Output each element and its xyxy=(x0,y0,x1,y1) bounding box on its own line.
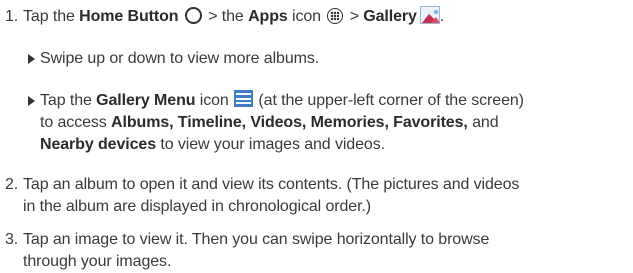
step-2-line-1: 2. Tap an album to open it and view its c… xyxy=(5,175,519,195)
step-3-number: 3. xyxy=(5,231,19,248)
bullet-2-marker xyxy=(28,96,35,106)
step-1-text: > xyxy=(345,8,364,25)
step-1-number: 1. xyxy=(5,8,19,25)
bullet-2-text: (at the upper-left corner of the screen) xyxy=(254,92,524,109)
apps-label: Apps xyxy=(248,8,288,25)
bullet-2-text: icon xyxy=(195,92,234,109)
bullet-2-line-2: to access Albums, Timeline, Videos, Memo… xyxy=(40,113,499,133)
step-3-line-1: 3. Tap an image to view it. Then you can … xyxy=(5,230,489,250)
albums-list-label: Albums, Timeline, Videos, Memories, Favo… xyxy=(111,114,468,131)
bullet-2-text: to access xyxy=(40,114,112,131)
step-1-text: > the xyxy=(203,8,249,25)
step-1-text: . xyxy=(439,8,445,25)
step-3-text: Tap an image to view it. Then you can sw… xyxy=(23,231,490,248)
step-2-number: 2. xyxy=(5,176,19,193)
bullet-2-text: Tap the xyxy=(40,92,97,109)
bullet-2-text: and xyxy=(467,114,499,131)
home-button-icon xyxy=(184,7,202,25)
nearby-devices-label: Nearby devices xyxy=(40,136,157,153)
apps-icon xyxy=(327,7,344,24)
gallery-icon xyxy=(419,5,440,24)
bullet-2-line-3: Nearby devices to view your images and v… xyxy=(40,135,385,155)
gallery-label: Gallery xyxy=(363,8,417,25)
step-2-line-2: in the album are displayed in chronologi… xyxy=(23,198,371,215)
bullet-1-marker xyxy=(28,54,35,64)
gallery-menu-icon xyxy=(234,90,254,108)
gallery-menu-label: Gallery Menu xyxy=(96,92,196,109)
step-2-text: Tap an album to open it and view its con… xyxy=(23,176,520,193)
instructions-document: 1. Tap the Home Button > the Apps icon > … xyxy=(0,0,633,273)
bullet-2-text: to view your images and videos. xyxy=(156,136,385,153)
step-1-text: icon xyxy=(287,8,326,25)
home-button-label: Home Button xyxy=(79,8,179,25)
bullet-1: Swipe up or down to view more albums. xyxy=(40,50,320,67)
step-1: 1. Tap the Home Button > the Apps icon > … xyxy=(5,5,445,27)
step-3-line-2: through your images. xyxy=(23,253,172,270)
step-1-text: Tap the xyxy=(23,8,80,25)
bullet-2-line-1: Tap the Gallery Menu icon (at the upper-… xyxy=(40,90,524,111)
